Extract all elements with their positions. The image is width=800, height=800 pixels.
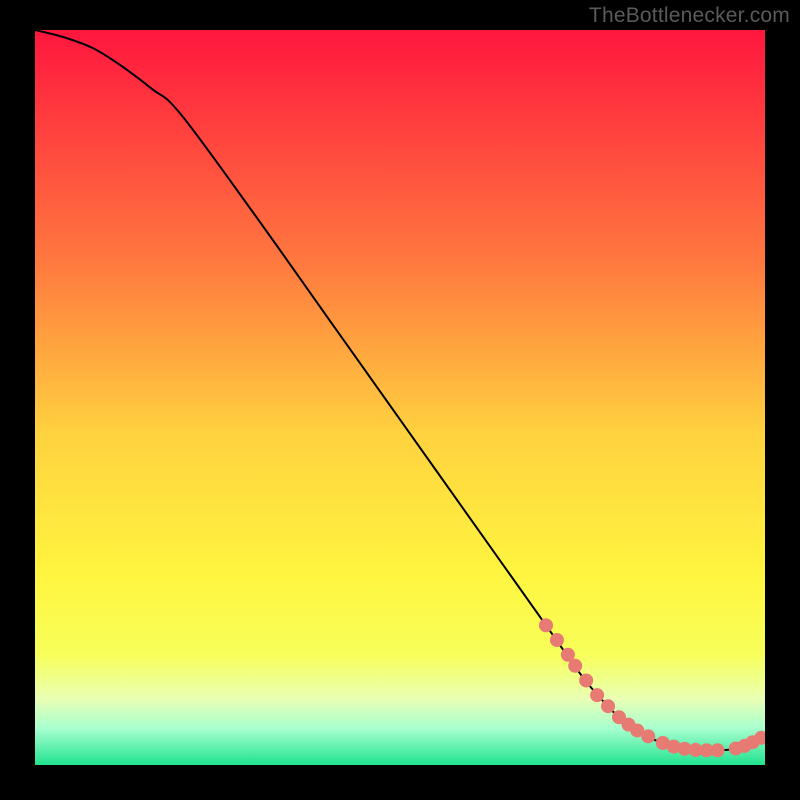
data-marker [641,729,655,743]
data-marker [568,659,582,673]
chart-stage: TheBottlenecker.com [0,0,800,800]
data-marker [550,633,564,647]
data-marker [711,743,725,757]
plot-area [35,30,765,765]
data-marker [590,688,604,702]
data-marker [579,673,593,687]
data-marker [601,699,615,713]
watermark-text: TheBottlenecker.com [589,4,790,28]
gradient-background [35,30,765,765]
chart-svg [35,30,765,765]
data-marker [539,618,553,632]
